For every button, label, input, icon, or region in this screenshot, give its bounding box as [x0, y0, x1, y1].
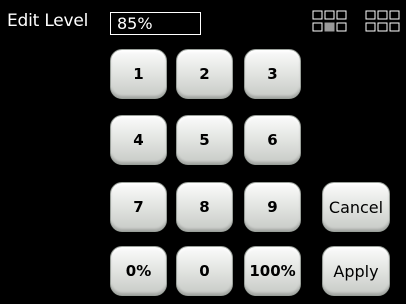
key-6[interactable]: 6 [244, 115, 301, 165]
cancel-button[interactable]: Cancel [322, 182, 390, 232]
grid-selector-icon-right [365, 10, 400, 32]
key-9[interactable]: 9 [244, 182, 301, 232]
key-1[interactable]: 1 [110, 49, 167, 99]
key-5[interactable]: 5 [176, 115, 233, 165]
grid-selector-icon [312, 10, 347, 32]
key-3[interactable]: 3 [244, 49, 301, 99]
key-2[interactable]: 2 [176, 49, 233, 99]
apply-button[interactable]: Apply [322, 246, 390, 296]
level-value-display: 85% [110, 12, 201, 35]
edit-level-title: Edit Level [7, 11, 89, 31]
key-hundred-percent[interactable]: 100% [244, 246, 301, 296]
key-zero-percent[interactable]: 0% [110, 246, 167, 296]
key-8[interactable]: 8 [176, 182, 233, 232]
key-0[interactable]: 0 [176, 246, 233, 296]
key-7[interactable]: 7 [110, 182, 167, 232]
key-4[interactable]: 4 [110, 115, 167, 165]
